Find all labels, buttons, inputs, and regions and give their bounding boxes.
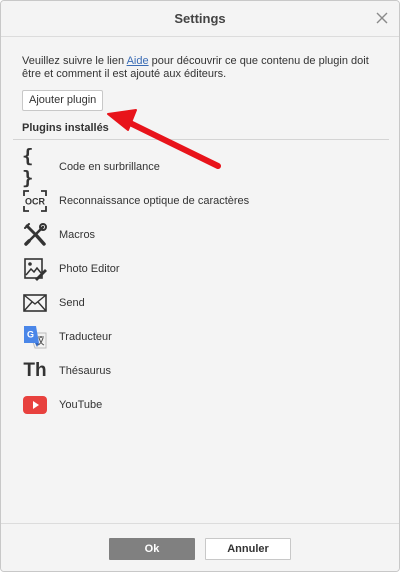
tools-icon <box>22 222 48 248</box>
add-plugin-button[interactable]: Ajouter plugin <box>22 90 104 111</box>
plugin-label: Code en surbrillance <box>59 161 160 173</box>
intro-text-start: Veuillez suivre le lien <box>22 55 127 67</box>
help-link[interactable]: Aide <box>127 55 149 67</box>
ocr-icon: OCR <box>22 188 48 214</box>
plugin-label: Reconnaissance optique de caractères <box>59 195 250 207</box>
braces-icon: { } <box>22 145 48 189</box>
photo-editor-icon <box>22 256 48 282</box>
ocr-icon-text: OCR <box>25 197 46 207</box>
dialog-content: Veuillez suivre le lien Aide pour découv… <box>1 37 399 522</box>
plugin-label: Photo Editor <box>59 263 120 275</box>
plugin-item-youtube[interactable]: YouTube <box>22 388 382 422</box>
plugin-item-thesaurus[interactable]: Th Thésaurus <box>22 354 382 388</box>
braces-icon-glyph: { } <box>22 145 33 189</box>
cancel-button[interactable]: Annuler <box>205 538 291 560</box>
close-icon[interactable] <box>375 11 389 25</box>
plugin-item-macros[interactable]: Macros <box>22 218 382 252</box>
section-divider <box>13 139 389 140</box>
plugin-item-photo-editor[interactable]: Photo Editor <box>22 252 382 286</box>
plugin-label: Macros <box>59 229 96 241</box>
plugin-label: Thésaurus <box>59 365 111 377</box>
plugin-list: { } Code en surbrillance OCR Reconnaissa… <box>22 145 382 422</box>
plugin-item-translator[interactable]: G Traducteur <box>22 320 382 354</box>
dialog-title: Settings <box>174 11 226 26</box>
ok-button[interactable]: Ok <box>109 538 195 560</box>
translate-icon-letter: G <box>27 330 34 340</box>
translate-icon: G <box>22 324 48 350</box>
plugin-label: Traducteur <box>59 331 112 343</box>
installed-plugins-heading: Plugins installés <box>22 122 109 134</box>
intro-text: Veuillez suivre le lien Aide pour découv… <box>22 55 382 81</box>
plugin-item-code-highlight[interactable]: { } Code en surbrillance <box>22 145 382 189</box>
thesaurus-icon-glyph: Th <box>23 360 47 381</box>
youtube-icon <box>22 392 48 418</box>
thesaurus-icon: Th <box>22 358 48 384</box>
dialog-titlebar: Settings <box>1 1 399 37</box>
plugin-label: YouTube <box>59 399 103 411</box>
plugin-item-ocr[interactable]: OCR Reconnaissance optique de caractères <box>22 184 382 218</box>
envelope-icon <box>22 290 48 316</box>
plugin-label: Send <box>59 297 85 309</box>
plugin-item-send[interactable]: Send <box>22 286 382 320</box>
ocr-frame-icon: OCR <box>23 190 47 212</box>
dialog-footer: Ok Annuler <box>1 523 399 571</box>
settings-dialog: Settings Veuillez suivre le lien Aide po… <box>0 0 400 572</box>
